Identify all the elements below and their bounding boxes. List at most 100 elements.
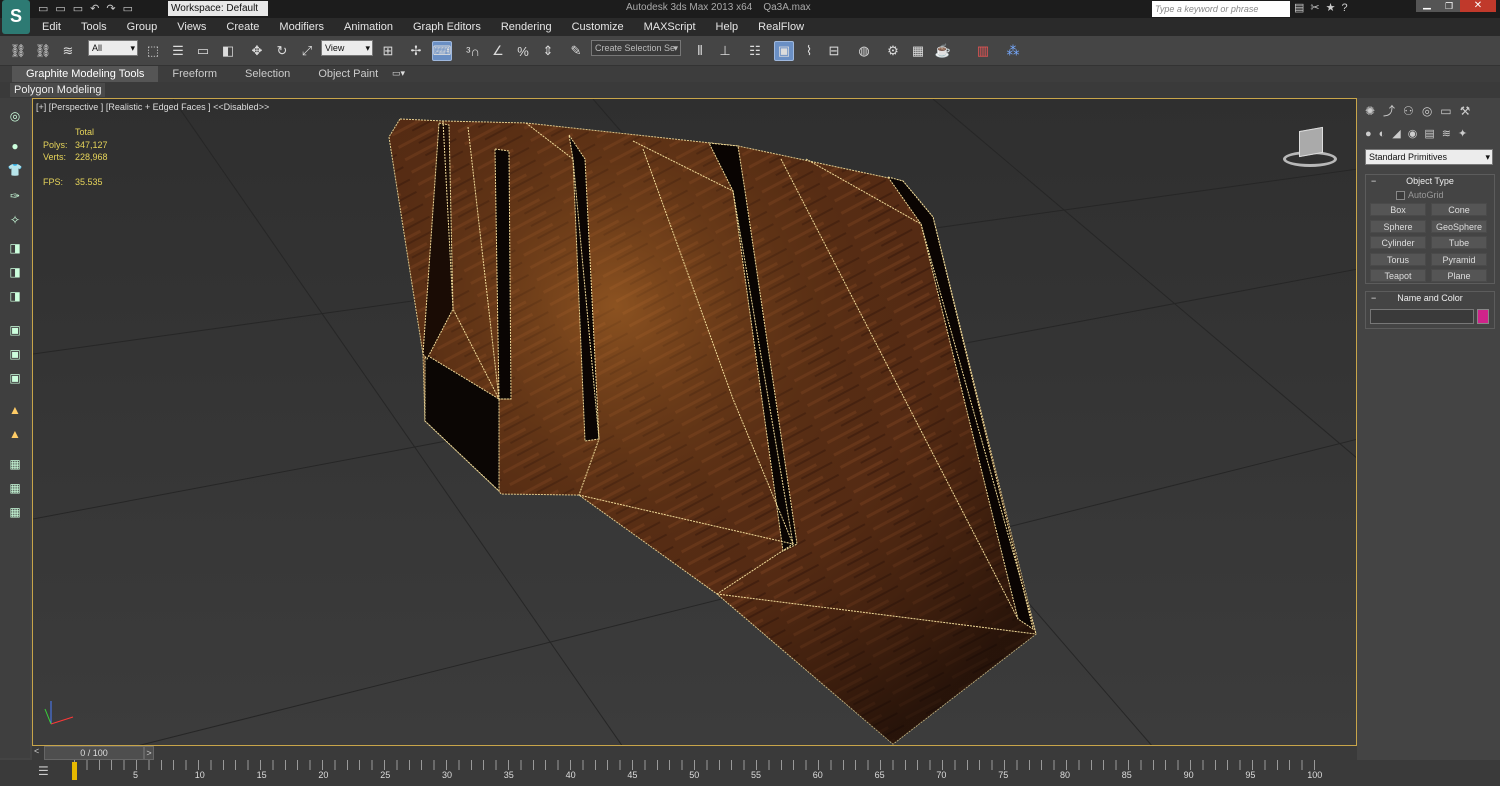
realflow-icon[interactable]: ▥ (973, 41, 993, 61)
menu-group[interactable]: Group (117, 18, 168, 36)
menu-maxscript[interactable]: MAXScript (634, 18, 706, 36)
menu-graph-editors[interactable]: Graph Editors (403, 18, 491, 36)
viewport-label[interactable]: [+] [Perspective ] [Realistic + Edged Fa… (36, 102, 269, 112)
rect-selection-icon[interactable]: ▭ (193, 41, 213, 61)
reference-coordinate-dropdown[interactable]: View (321, 40, 373, 56)
menu-create[interactable]: Create (216, 18, 269, 36)
primitive-button-torus[interactable]: Torus (1370, 252, 1426, 266)
bin-2-icon[interactable]: ▲ (5, 424, 25, 444)
mirror-icon[interactable]: ⫴ (690, 41, 710, 61)
primitive-button-tube[interactable]: Tube (1431, 236, 1487, 249)
menu-views[interactable]: Views (167, 18, 216, 36)
track-bar[interactable]: ☰ 5 10 15 20 25 30 35 40 45 50 55 60 65 70 75 80 85 90 95 1… (0, 760, 1500, 786)
autogrid-checkbox[interactable] (1396, 191, 1405, 200)
render-setup-icon[interactable]: ⚙ (883, 41, 903, 61)
name-color-header[interactable]: Name and Color (1366, 292, 1494, 305)
time-prev-arrow-icon[interactable]: < (34, 746, 39, 756)
brush-icon[interactable]: ✑ (5, 186, 25, 206)
move-icon[interactable]: ✥ (247, 41, 267, 61)
angle-snap-icon[interactable]: ∠ (488, 41, 508, 61)
object-type-header[interactable]: Object Type (1366, 175, 1494, 188)
percent-snap-icon[interactable]: % (513, 41, 533, 61)
search-input[interactable]: Type a keyword or phrase (1152, 1, 1290, 17)
graphite-toggle-icon[interactable]: ▣ (774, 41, 794, 61)
object-name-input[interactable] (1370, 309, 1474, 324)
bind-space-warp-icon[interactable]: ≋ (58, 41, 78, 61)
material-editor-icon[interactable]: ◍ (854, 41, 874, 61)
category-dropdown[interactable]: Standard Primitives (1365, 149, 1493, 165)
scale-icon[interactable]: ⤢ (297, 41, 317, 61)
primitive-button-cone[interactable]: Cone (1431, 203, 1487, 216)
current-frame-marker[interactable] (72, 762, 77, 780)
ribbon-tab-selection[interactable]: Selection (231, 66, 304, 82)
shirt-icon[interactable]: 👕 (5, 160, 25, 180)
minimize-button[interactable]: ▁ (1416, 0, 1438, 12)
primitive-button-teapot[interactable]: Teapot (1370, 269, 1426, 282)
selection-filter-dropdown[interactable]: All (88, 40, 138, 56)
ribbon-tab-object-paint[interactable]: Object Paint (304, 66, 392, 82)
keyboard-shortcut-override-icon[interactable]: ⌨ (432, 41, 452, 61)
align-icon[interactable]: ⊥ (715, 41, 735, 61)
primitive-button-sphere[interactable]: Sphere (1370, 219, 1426, 233)
link-icon[interactable]: ⛓ (8, 41, 28, 61)
unlink-icon[interactable]: ⛓ (33, 41, 53, 61)
snaps-toggle-icon[interactable]: ³∩ (463, 41, 483, 61)
maximize-button[interactable]: ❐ (1438, 0, 1460, 12)
time-slider[interactable]: < 0 / 100 > (32, 746, 1357, 760)
sd-obj-3-icon[interactable]: ▣ (5, 368, 25, 388)
viewcube-icon[interactable] (1283, 125, 1338, 170)
spinner-snap-icon[interactable]: ⇕ (538, 41, 558, 61)
object-color-swatch[interactable] (1477, 309, 1489, 324)
time-slider-thumb[interactable]: 0 / 100 (44, 746, 144, 760)
perspective-viewport[interactable]: [+] [Perspective ] [Realistic + Edged Fa… (32, 98, 1357, 746)
window-crossing-icon[interactable]: ◧ (218, 41, 238, 61)
curve-editor-icon[interactable]: ⌇ (799, 41, 819, 61)
select-object-icon[interactable]: ⬚ (143, 41, 163, 61)
polygon-modeling-panel[interactable]: Polygon Modeling (10, 83, 106, 97)
render-production-icon[interactable]: ☕ (933, 41, 953, 61)
select-manipulate-icon[interactable]: ✢ (406, 41, 426, 61)
primitive-button-box[interactable]: Box (1370, 203, 1426, 216)
viewport-shading-label[interactable]: [Realistic + Edged Faces ] (106, 102, 211, 112)
schematic-view-icon[interactable]: ⊟ (824, 41, 844, 61)
menu-customize[interactable]: Customize (562, 18, 634, 36)
wand-icon[interactable]: ✧ (5, 210, 25, 230)
workspace-dropdown[interactable]: Workspace: Default (168, 1, 268, 16)
menu-tools[interactable]: Tools (71, 18, 117, 36)
named-selection-sets-dropdown[interactable]: Create Selection Se (591, 40, 681, 56)
primitive-button-pyramid[interactable]: Pyramid (1431, 252, 1487, 266)
primitive-button-cylinder[interactable]: Cylinder (1370, 236, 1426, 249)
infocenter-icons[interactable]: ▤✂★? (1294, 1, 1354, 14)
particle-icon[interactable]: ⁂ (1003, 41, 1023, 61)
menu-edit[interactable]: Edit (32, 18, 71, 36)
command-panel-tabs[interactable]: ✺⤴⚇◎▭⚒ (1365, 102, 1478, 119)
viewport-disabled-label[interactable]: <<Disabled>> (213, 102, 269, 112)
menu-animation[interactable]: Animation (334, 18, 403, 36)
edit-named-selection-icon[interactable]: ✎ (566, 41, 586, 61)
sphere-tool-icon[interactable]: ● (5, 136, 25, 156)
menu-modifiers[interactable]: Modifiers (269, 18, 334, 36)
rendered-frame-window-icon[interactable]: ▦ (908, 41, 928, 61)
snapshot-icon[interactable]: ◨ (5, 238, 25, 258)
viewport-menu-plus[interactable]: [+] (36, 102, 46, 112)
viewport-view-label[interactable]: [Perspective ] (49, 102, 104, 112)
time-next-arrow-icon[interactable]: > (144, 746, 154, 760)
menu-help[interactable]: Help (706, 18, 749, 36)
bin-3-icon[interactable]: ▦ (5, 454, 25, 474)
ribbon-tab-freeform[interactable]: Freeform (158, 66, 231, 82)
playback-icon[interactable]: ◨ (5, 262, 25, 282)
frames-icon[interactable]: ◨ (5, 286, 25, 306)
bin-1-icon[interactable]: ▲ (5, 400, 25, 420)
primitive-button-plane[interactable]: Plane (1431, 269, 1487, 282)
container-icon[interactable]: ◎ (5, 106, 25, 126)
close-button[interactable]: ✕ (1460, 0, 1496, 12)
mini-curve-editor-icon[interactable]: ☰ (38, 764, 49, 778)
bin-5-icon[interactable]: ▦ (5, 502, 25, 522)
pivot-center-icon[interactable]: ⊞ (378, 41, 398, 61)
sd-obj-1-icon[interactable]: ▣ (5, 320, 25, 340)
select-by-name-icon[interactable]: ☰ (168, 41, 188, 61)
rotate-icon[interactable]: ↻ (272, 41, 292, 61)
sd-obj-2-icon[interactable]: ▣ (5, 344, 25, 364)
menu-realflow[interactable]: RealFlow (748, 18, 814, 36)
ribbon-tab-graphite-modeling-tools[interactable]: Graphite Modeling Tools (12, 66, 159, 82)
